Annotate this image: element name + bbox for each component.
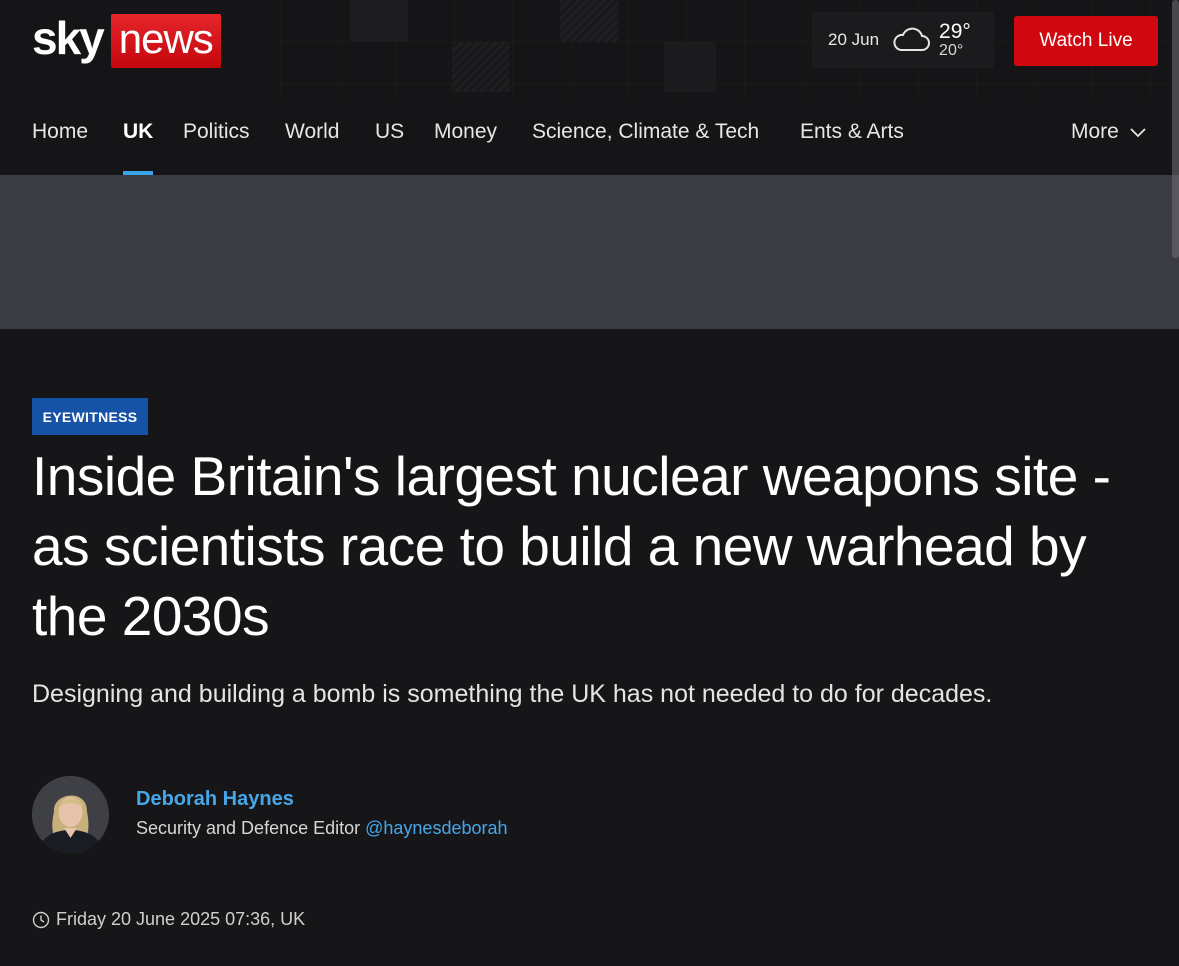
nav-item-ents-arts[interactable]: Ents & Arts (800, 120, 904, 175)
article-timestamp: Friday 20 June 2025 07:36, UK (32, 909, 305, 930)
header-tile (664, 42, 716, 92)
author-name-link[interactable]: Deborah Haynes (136, 788, 294, 811)
weather-temperatures: 29° 20° (939, 21, 971, 59)
author-avatar[interactable] (32, 776, 109, 853)
scrollbar[interactable] (1172, 0, 1179, 258)
main-nav: Home UK Politics World US Money Science,… (0, 108, 1179, 175)
nav-item-label: Money (434, 120, 498, 143)
nav-item-money[interactable]: Money (434, 120, 497, 175)
header-tile (452, 42, 510, 92)
nav-item-label: Ents & Arts (800, 120, 904, 143)
weather-date: 20 Jun (828, 30, 880, 49)
category-tag[interactable]: EYEWITNESS (32, 398, 148, 435)
author-twitter-handle[interactable]: @haynesdeborah (365, 818, 507, 838)
nav-more-label: More (1071, 120, 1119, 143)
temp-high: 29° (939, 20, 971, 43)
nav-item-label: US (375, 120, 405, 143)
temp-low: 20° (939, 42, 964, 59)
timestamp-text: Friday 20 June 2025 07:36, UK (56, 909, 306, 929)
header-tile (350, 0, 408, 42)
author-byline: Deborah Haynes Security and Defence Edit… (32, 776, 632, 856)
nav-item-home[interactable]: Home (32, 120, 88, 175)
nav-item-politics[interactable]: Politics (183, 120, 250, 175)
nav-item-label: UK (123, 120, 154, 143)
logo-news-text: news (110, 14, 221, 68)
nav-item-label: Home (32, 120, 89, 143)
author-role-line: Security and Defence Editor @haynesdebor… (136, 818, 508, 839)
advert-placeholder (0, 175, 1179, 329)
nav-item-label: Science, Climate & Tech (532, 120, 760, 143)
cloud-icon (893, 27, 931, 51)
nav-item-label: Politics (183, 120, 250, 143)
author-role: Security and Defence Editor (136, 818, 366, 838)
chevron-down-icon (1130, 128, 1146, 138)
weather-widget[interactable]: 20 Jun 29° 20° (812, 12, 994, 68)
article-headline: Inside Britain's largest nuclear weapons… (32, 445, 1111, 647)
nav-item-us[interactable]: US (375, 120, 404, 175)
sky-news-logo[interactable]: sky news (32, 14, 221, 68)
header-tile (560, 0, 618, 42)
clock-icon (32, 911, 50, 928)
page: sky news 20 Jun 29° 20° Watch Live Home … (0, 0, 1179, 966)
nav-item-science-climate-tech[interactable]: Science, Climate & Tech (532, 120, 759, 175)
article-standfirst: Designing and building a bomb is somethi… (32, 680, 993, 708)
nav-item-world[interactable]: World (285, 120, 339, 175)
nav-more-button[interactable]: More (1071, 120, 1146, 144)
article: EYEWITNESS Inside Britain's largest nucl… (0, 329, 1179, 966)
masthead: sky news 20 Jun 29° 20° Watch Live Home … (0, 0, 1179, 175)
author-portrait (32, 776, 109, 853)
watch-live-button[interactable]: Watch Live (1014, 16, 1158, 66)
nav-item-label: World (285, 120, 340, 143)
nav-item-uk[interactable]: UK (123, 120, 154, 175)
logo-sky-text: sky (32, 12, 105, 64)
